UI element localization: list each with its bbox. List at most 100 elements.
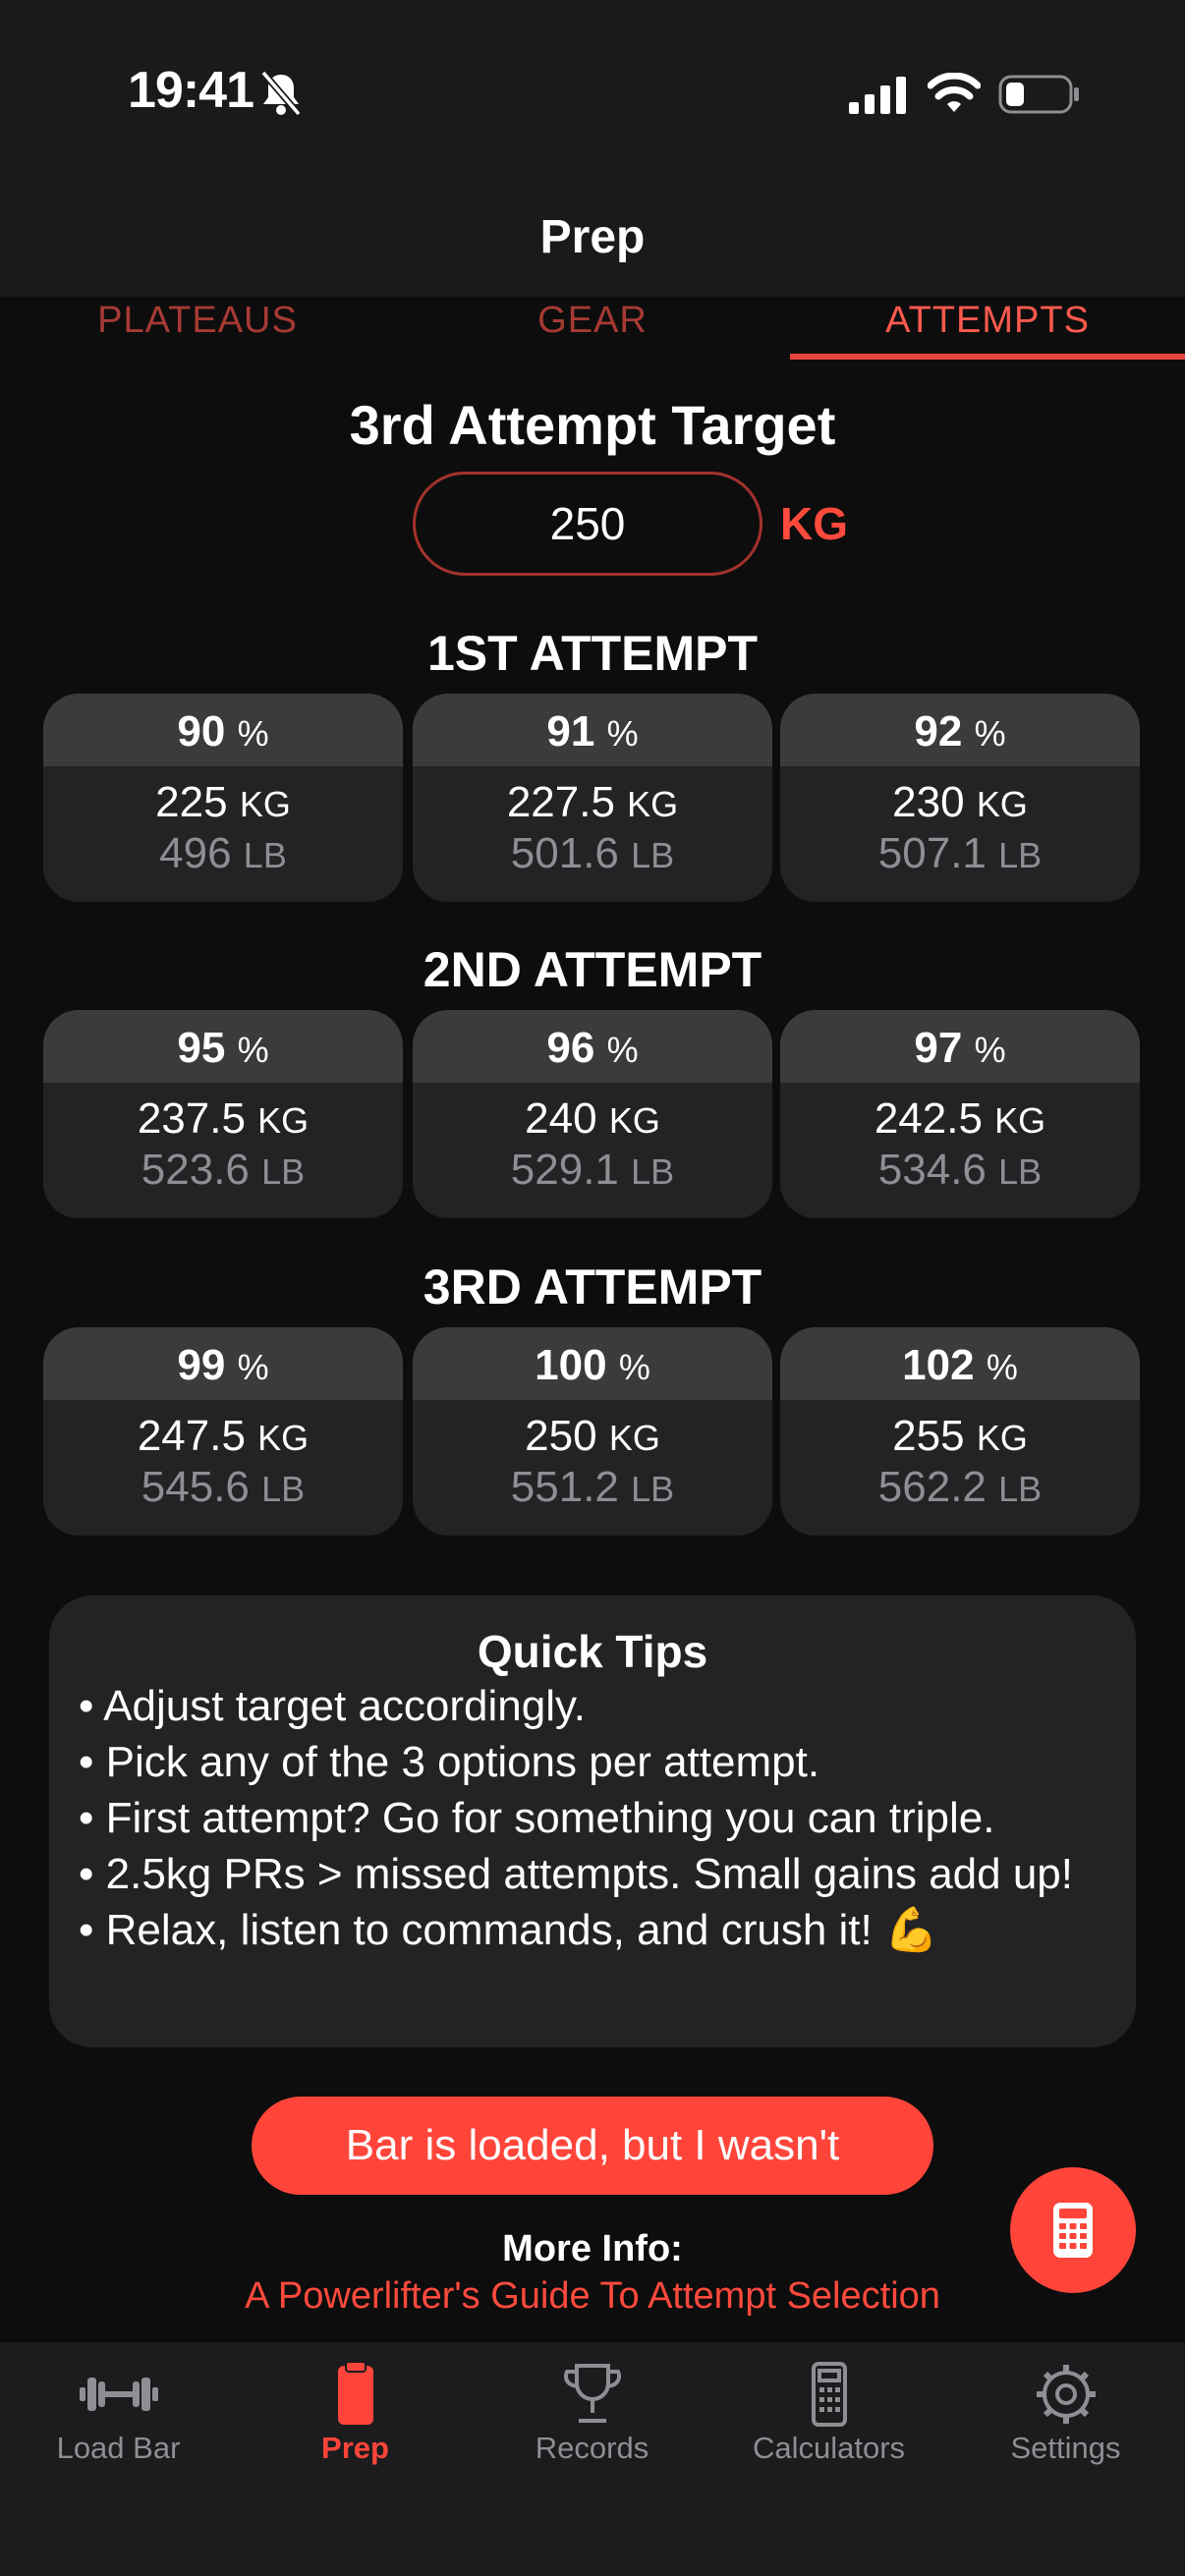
trophy-icon: [563, 2364, 621, 2423]
kg-value: 230: [892, 778, 965, 826]
tip-item: • Adjust target accordingly.: [79, 1682, 586, 1730]
kg-unit: KG: [257, 1418, 310, 1458]
attempt-option-card[interactable]: 97 % 242.5 KG 534.6 LB: [780, 1010, 1140, 1218]
kg-weight: 227.5 KG: [413, 778, 772, 827]
active-tab-indicator: [790, 354, 1185, 360]
lb-weight: 496 LB: [43, 829, 403, 878]
bar-loaded-button[interactable]: Bar is loaded, but I wasn't: [252, 2097, 933, 2195]
tip-item: • Relax, listen to commands, and crush i…: [79, 1906, 938, 1954]
kg-unit: KG: [976, 784, 1028, 824]
attempt-section-title: 2ND ATTEMPT: [423, 942, 762, 997]
kg-value: 237.5: [137, 1094, 246, 1143]
kg-weight: 240 KG: [413, 1094, 772, 1144]
lb-value: 529.1: [510, 1146, 619, 1194]
lb-value: 507.1: [877, 829, 987, 877]
nav-label: Settings: [1010, 2431, 1121, 2465]
nav-item-calculators[interactable]: Calculators: [710, 2348, 947, 2495]
signal-icon: [849, 77, 906, 114]
attempt-section-title: 3RD ATTEMPT: [423, 1260, 762, 1315]
nav-item-load-bar[interactable]: Load Bar: [0, 2348, 237, 2495]
percentage-value: 90: [177, 707, 226, 756]
percentage-value: 91: [546, 707, 595, 756]
lb-value: 496: [159, 829, 232, 877]
percent-unit: %: [618, 1347, 650, 1387]
lb-unit: LB: [261, 1151, 306, 1192]
more-info-label: More Info:: [502, 2228, 683, 2269]
percentage-header: 90 %: [43, 694, 403, 766]
percentage-header: 91 %: [413, 694, 772, 766]
lb-value: 562.2: [877, 1463, 987, 1511]
kg-value: 227.5: [506, 778, 615, 826]
wifi-icon: [928, 73, 981, 112]
tab-gear[interactable]: GEAR: [395, 295, 790, 362]
lb-value: 551.2: [510, 1463, 619, 1511]
attempt-option-card[interactable]: 90 % 225 KG 496 LB: [43, 694, 403, 902]
lb-weight: 507.1 LB: [780, 829, 1140, 878]
target-weight-input[interactable]: [413, 472, 762, 576]
nav-item-prep[interactable]: Prep: [237, 2348, 474, 2495]
percentage-value: 97: [914, 1024, 963, 1072]
attempt-option-card[interactable]: 102 % 255 KG 562.2 LB: [780, 1327, 1140, 1536]
attempt-selection-guide-link[interactable]: A Powerlifter's Guide To Attempt Selecti…: [0, 2275, 1185, 2318]
tip-item: • First attempt? Go for something you ca…: [79, 1794, 995, 1842]
kg-value: 240: [525, 1094, 597, 1143]
lb-value: 501.6: [510, 829, 619, 877]
percent-unit: %: [237, 713, 269, 754]
attempt-option-card[interactable]: 91 % 227.5 KG 501.6 LB: [413, 694, 772, 902]
lb-weight: 562.2 LB: [780, 1463, 1140, 1512]
kg-unit: KG: [976, 1418, 1028, 1458]
kg-unit: KG: [608, 1100, 660, 1141]
quick-tips-list: • Adjust target accordingly. • Pick any …: [79, 1678, 1120, 1958]
nav-label: Prep: [321, 2431, 389, 2465]
lb-weight: 501.6 LB: [413, 829, 772, 878]
kg-weight: 230 KG: [780, 778, 1140, 827]
attempt-option-card[interactable]: 95 % 237.5 KG 523.6 LB: [43, 1010, 403, 1218]
target-unit-label: KG: [780, 498, 848, 549]
attempt-option-card[interactable]: 100 % 250 KG 551.2 LB: [413, 1327, 772, 1536]
tip-item: • Pick any of the 3 options per attempt.: [79, 1738, 820, 1786]
kg-weight: 225 KG: [43, 778, 403, 827]
quick-tips-card: Quick Tips • Adjust target accordingly. …: [49, 1596, 1136, 2047]
percentage-header: 99 %: [43, 1327, 403, 1400]
kg-weight: 255 KG: [780, 1412, 1140, 1461]
percentage-header: 102 %: [780, 1327, 1140, 1400]
percent-unit: %: [986, 1347, 1018, 1387]
percentage-header: 92 %: [780, 694, 1140, 766]
kg-value: 242.5: [874, 1094, 983, 1143]
percent-unit: %: [974, 713, 1006, 754]
nav-item-settings[interactable]: Settings: [947, 2348, 1184, 2495]
kg-value: 255: [892, 1412, 965, 1460]
percentage-value: 96: [546, 1024, 595, 1072]
percent-unit: %: [606, 1030, 639, 1070]
percentage-header: 100 %: [413, 1327, 772, 1400]
kg-unit: KG: [257, 1100, 310, 1141]
percent-unit: %: [237, 1030, 269, 1070]
percentage-value: 95: [177, 1024, 226, 1072]
attempt-option-card[interactable]: 92 % 230 KG 507.1 LB: [780, 694, 1140, 902]
attempt-option-card[interactable]: 99 % 247.5 KG 545.6 LB: [43, 1327, 403, 1536]
kg-unit: KG: [627, 784, 679, 824]
kg-value: 247.5: [137, 1412, 246, 1460]
lb-unit: LB: [631, 1151, 675, 1192]
nav-item-records[interactable]: Records: [474, 2348, 710, 2495]
lb-unit: LB: [998, 1469, 1043, 1509]
kg-unit: KG: [608, 1418, 660, 1458]
quick-tips-title: Quick Tips: [477, 1626, 708, 1677]
percentage-header: 95 %: [43, 1010, 403, 1083]
lb-value: 534.6: [877, 1146, 987, 1194]
tab-attempts[interactable]: ATTEMPTS: [790, 295, 1185, 362]
tab-plateaus[interactable]: PLATEAUS: [0, 295, 395, 362]
nav-label: Calculators: [752, 2431, 906, 2465]
lb-weight: 534.6 LB: [780, 1146, 1140, 1195]
percentage-value: 99: [177, 1341, 226, 1389]
percentage-header: 97 %: [780, 1010, 1140, 1083]
status-time: 19:41: [128, 62, 254, 119]
barbell-icon: [79, 2378, 158, 2411]
percent-unit: %: [237, 1347, 269, 1387]
percentage-value: 100: [535, 1341, 607, 1389]
lb-unit: LB: [998, 835, 1043, 875]
attempt-option-card[interactable]: 96 % 240 KG 529.1 LB: [413, 1010, 772, 1218]
bell-slash-icon: [260, 70, 302, 117]
percentage-value: 102: [902, 1341, 975, 1389]
percentage-value: 92: [914, 707, 963, 756]
